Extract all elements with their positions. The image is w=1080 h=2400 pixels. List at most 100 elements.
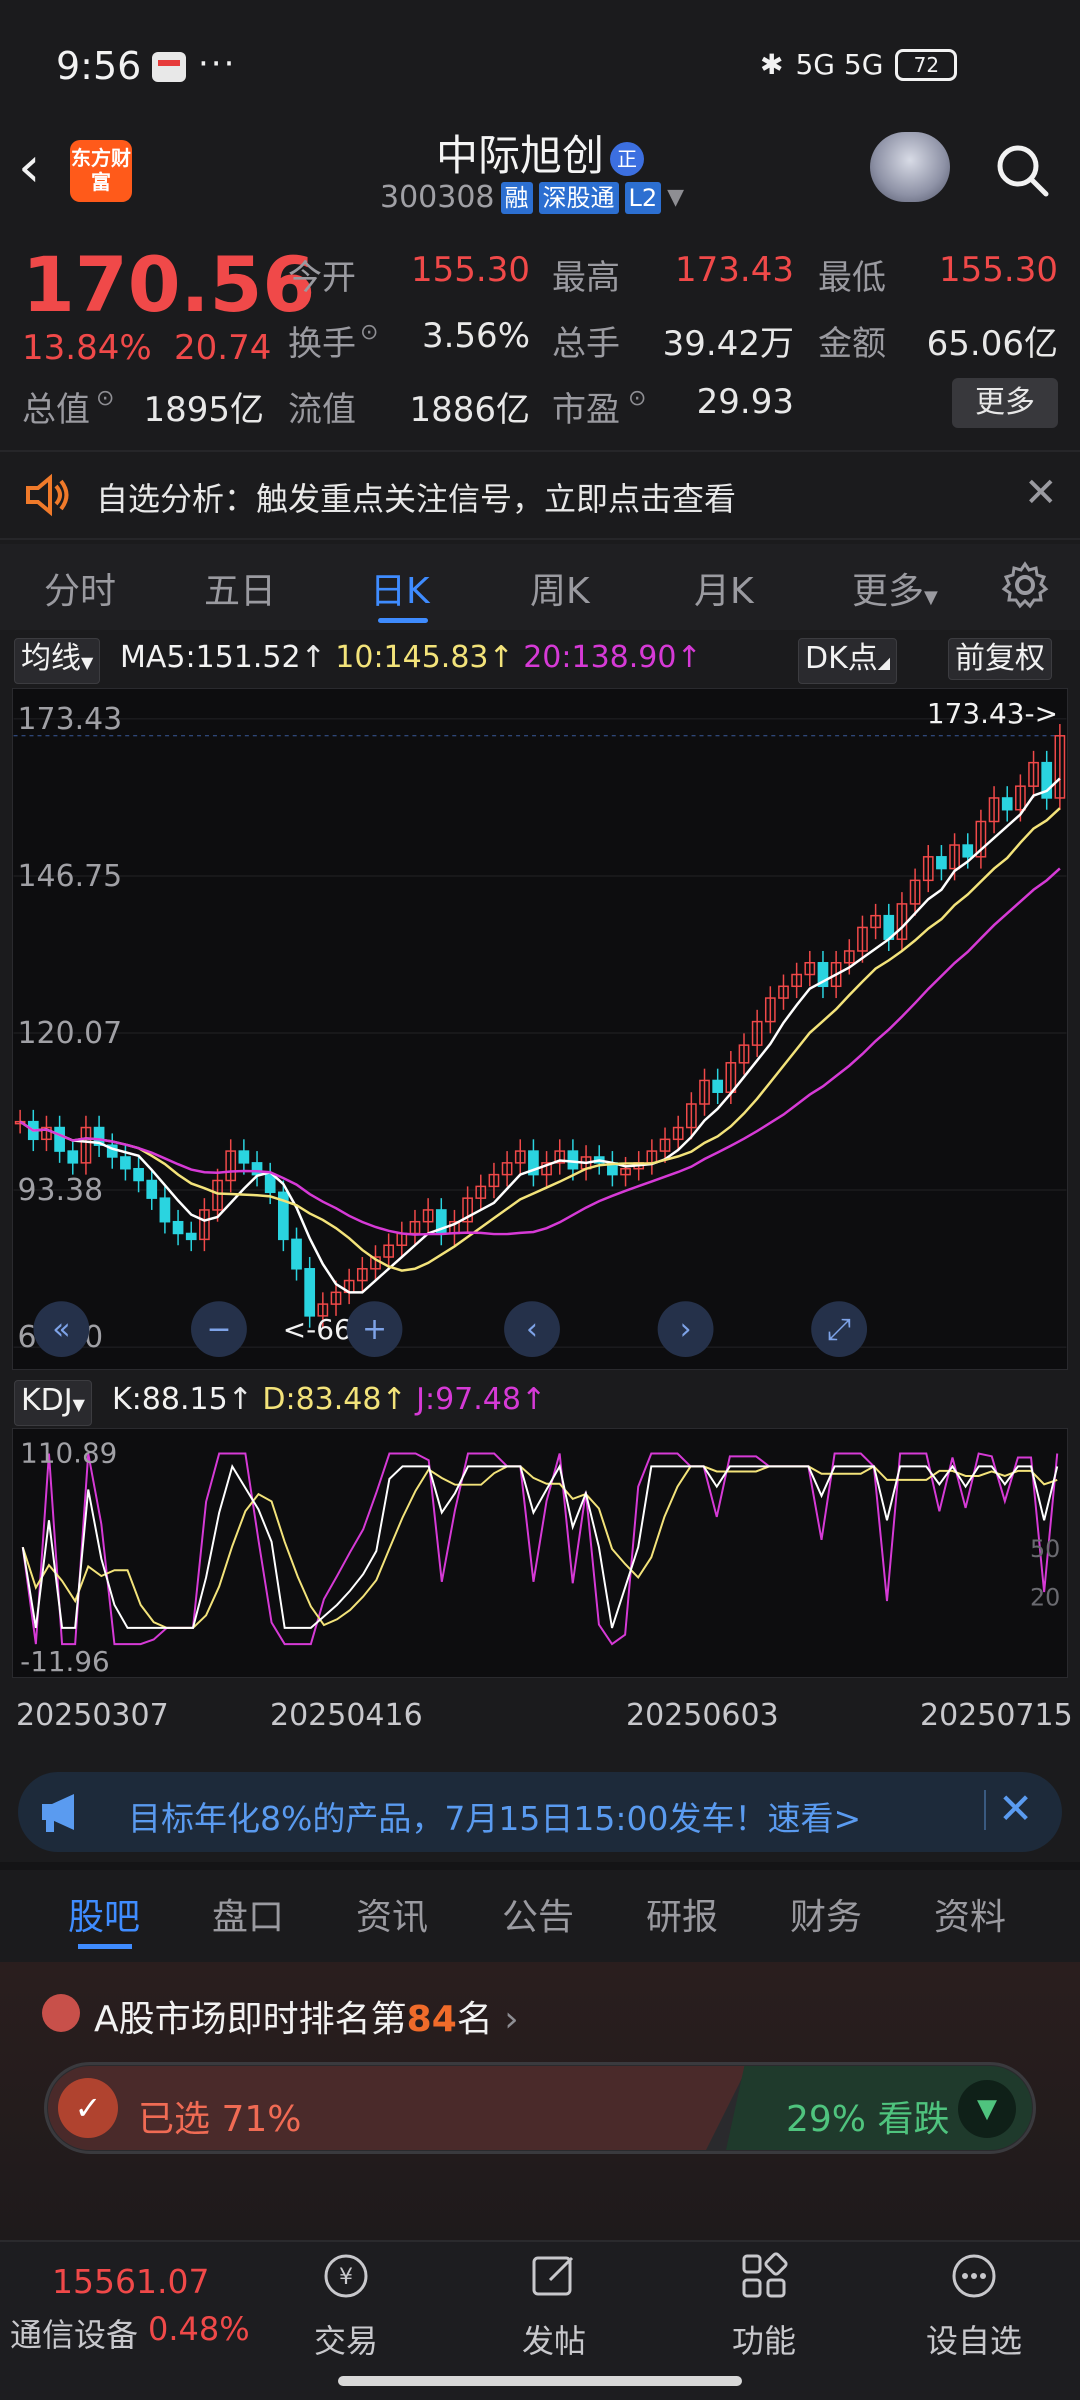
stock-subtitle[interactable]: 300308 融 深股通 L2 ▼ [380, 180, 684, 215]
ma10-line [19, 807, 1061, 1272]
kdj-y-top: 110.89 [20, 1437, 117, 1470]
ma-select-label: 均线 [21, 641, 81, 676]
candle-body [1001, 797, 1013, 811]
tab-news[interactable]: 资讯 [356, 1888, 428, 1940]
tab-more[interactable]: 更多▼ [852, 562, 938, 614]
ma20-value: 20:138.90 [523, 640, 677, 675]
kdj-chart[interactable]: 110.89 -11.96 50 20 [12, 1428, 1068, 1678]
nav-post-label: 发帖 [521, 2322, 586, 2360]
candle-body [159, 1197, 171, 1223]
tab-profile[interactable]: 资料 [934, 1888, 1006, 1940]
index-value[interactable]: 15561.07 [52, 2262, 209, 2301]
quote-value-pe: 29.93 [696, 382, 794, 422]
candle-body [54, 1126, 65, 1152]
nav-post[interactable]: 发帖 [484, 2250, 624, 2362]
chevron-right-icon: › [504, 1999, 519, 2040]
ma-select[interactable]: 均线▼ [14, 638, 101, 684]
tab-intraday[interactable]: 分时 [44, 562, 116, 614]
tab-monthly-k[interactable]: 月K [694, 562, 754, 614]
quote-label-open: 今开 [288, 258, 356, 298]
quote-label-volume: 总手 [552, 324, 620, 364]
close-icon[interactable]: ✕ [1024, 470, 1058, 516]
date-label: 20250307 [16, 1698, 169, 1733]
y-tick-label: 93.38 [18, 1173, 104, 1208]
vote-bearish-label[interactable]: 29% 看跌 [786, 2090, 949, 2142]
adjust-select[interactable]: 前复权 [948, 638, 1052, 680]
quote-value-low: 155.30 [939, 250, 1058, 290]
notification-app-icon [152, 52, 186, 82]
chart-control-icon: + [362, 1312, 387, 1347]
dk-point-label: DK点 [805, 641, 878, 676]
index-percent[interactable]: 0.48% [148, 2310, 250, 2348]
tab-orderbook[interactable]: 盘口 [212, 1888, 284, 1940]
tag-connect: 深股通 [538, 181, 619, 214]
change-amount: 20.74 [174, 328, 272, 368]
y-tick-label: 120.07 [18, 1016, 123, 1051]
chart-control-icon: › [680, 1312, 692, 1347]
tab-forum[interactable]: 股吧 [68, 1888, 140, 1940]
signal-icon: 5G 5G [795, 48, 884, 81]
registration-badge: 正 [610, 141, 644, 176]
assistant-robot-icon[interactable] [870, 132, 950, 202]
high-marker: 173.43-> [927, 697, 1058, 730]
info-icon[interactable]: ⊙ [628, 386, 646, 411]
kdj-select[interactable]: KDJ▼ [14, 1380, 92, 1426]
tab-five-day[interactable]: 五日 [204, 562, 276, 614]
info-icon[interactable]: ⊙ [96, 386, 114, 411]
search-icon[interactable] [992, 140, 1052, 200]
tab-more-label: 更多 [852, 571, 925, 612]
kdj-values: K:88.15↑ D:83.48↑ J:97.48↑ [112, 1382, 546, 1417]
arrow-up-icon: ↑ [520, 1382, 547, 1417]
kdj-j: J:97.48 [416, 1382, 521, 1417]
trade-icon: ¥ [324, 2254, 368, 2298]
candle-body [185, 1232, 197, 1241]
chart-control-icon: ⤢ [827, 1312, 851, 1347]
tab-weekly-k[interactable]: 周K [530, 562, 590, 614]
gear-icon[interactable] [1000, 560, 1050, 610]
quote-label-float-cap: 流值 [288, 390, 356, 430]
tab-finance[interactable]: 财务 [790, 1888, 862, 1940]
candle-body [67, 1150, 79, 1164]
ranking-suffix: 名 [456, 1999, 493, 2040]
kline-chart[interactable]: 173.43146.75120.0793.3866.70173.43-><-66… [12, 688, 1068, 1370]
quote-value-turnover: 3.56% [421, 316, 530, 356]
notice-text[interactable]: 自选分析：触发重点关注信号，立即点击查看 [96, 474, 736, 520]
more-notifications-icon: ··· [198, 44, 237, 84]
close-icon[interactable]: ✕ [998, 1784, 1033, 1833]
index-name[interactable]: 通信设备 [10, 2310, 138, 2356]
ma-values: MA5:151.52↑ 10:145.83↑ 20:138.90↑ [120, 640, 702, 675]
change-percent: 13.84% [22, 328, 152, 368]
kdj-d: D:83.48 [262, 1382, 382, 1417]
info-icon[interactable]: ⊙ [360, 320, 378, 345]
quote-label-amount: 金额 [818, 324, 886, 364]
active-tab-indicator [378, 618, 428, 623]
date-label: 20250416 [270, 1698, 423, 1733]
tab-daily-k[interactable]: 日K [370, 562, 430, 614]
candle-body [936, 856, 947, 870]
dk-point-select[interactable]: DK点◢ [798, 638, 898, 684]
ma20-line [19, 867, 1061, 1236]
tag-margin: 融 [500, 181, 533, 214]
quote-label-low: 最低 [818, 258, 886, 298]
svg-text:¥: ¥ [339, 2265, 353, 2290]
nav-functions[interactable]: 功能 [694, 2250, 834, 2362]
vote-bullish-label[interactable]: 已选 71% [138, 2090, 301, 2142]
tab-research[interactable]: 研报 [646, 1888, 718, 1940]
home-indicator [338, 2376, 742, 2386]
quote-label-high: 最高 [552, 258, 620, 298]
candle-body [146, 1179, 158, 1199]
quote-label-pe: 市盈 [552, 390, 620, 430]
nav-add-watchlist[interactable]: 设自选 [904, 2250, 1044, 2362]
nav-trade[interactable]: ¥ 交易 [276, 2250, 416, 2362]
ma10-value: 10:145.83 [335, 640, 489, 675]
promo-text[interactable]: 目标年化8%的产品，7月15日15:00发车！速看> [128, 1792, 861, 1840]
status-time: 9:56 [56, 44, 142, 88]
arrow-down-icon[interactable]: ▼ [958, 2080, 1016, 2138]
check-icon: ✓ [58, 2078, 118, 2138]
more-quote-button[interactable]: 更多 [952, 378, 1058, 428]
candle-body [238, 1150, 250, 1164]
ranking-title[interactable]: A股市场即时排名第84名 › [94, 1990, 519, 2042]
tab-announcements[interactable]: 公告 [502, 1888, 574, 1940]
chart-control-icon: ‹ [526, 1312, 538, 1347]
candle-body [133, 1167, 144, 1182]
